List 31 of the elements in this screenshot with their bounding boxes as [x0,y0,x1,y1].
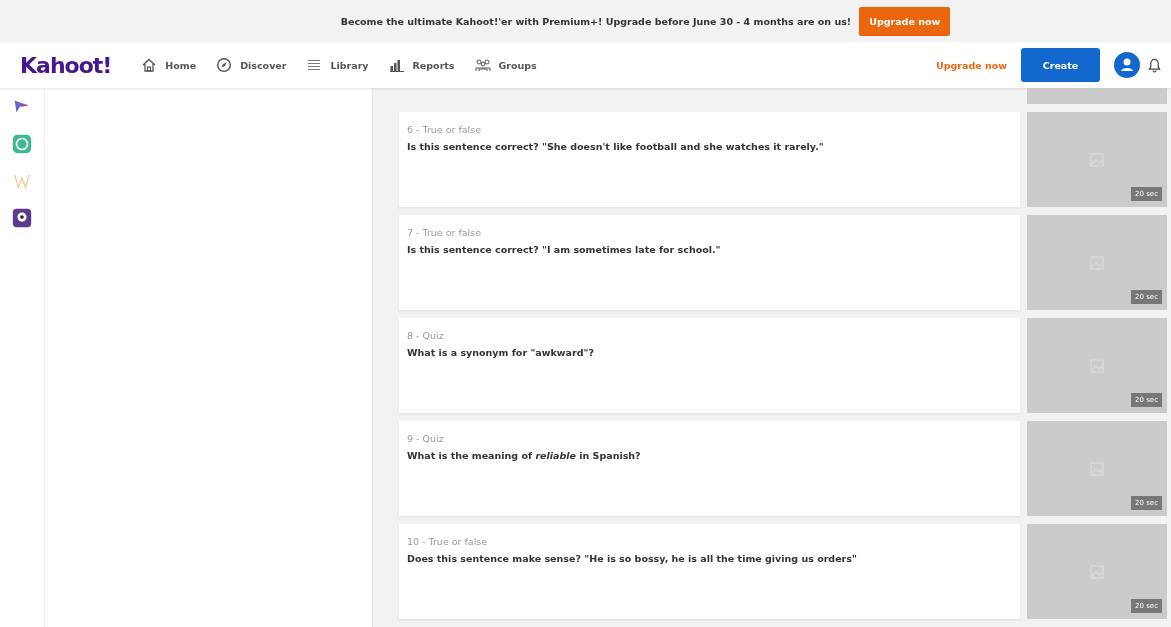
question-text: What is a synonym for "awkward"? [407,347,595,358]
nav-link[interactable]: Library [306,57,369,73]
question-text: Is this sentence correct? "She doesn't like football and she watches it rarely." [407,141,825,152]
question-text: Is this sentence correct? "I am sometimes late for school." [407,244,722,255]
nav-link[interactable]: Discover [216,57,287,73]
question-card[interactable]: 6 - True or false Is this sentence correct? "She doesn't like football and she watches it rarely." [399,112,1020,207]
question-type: 6 - True or false [407,124,483,135]
promo-text: Become the ultimate Kahoot!'er with Premium+! Upgrade before June 30 - 4 months are on us! [340,15,852,27]
question-card[interactable]: 7 - True or false Is this sentence correct? "I am sometimes late for school." [399,215,1020,310]
logo[interactable]: Kahoot! [20,52,112,78]
home-icon [141,57,158,73]
question-card[interactable]: 10 - True or false Does this sentence make sense? "He is so bossy, he is all the time giving us orders" [399,524,1020,619]
avatar-icon[interactable] [1114,52,1140,78]
nav-link[interactable]: Home [141,57,197,73]
list-icon [306,57,323,73]
nav-link[interactable]: Reports [388,57,455,73]
question-card[interactable]: 9 - Quiz What is the meaning of reliable in Spanish? [399,421,1020,516]
question-type: 9 - Quiz [407,433,445,444]
question-type: 7 - True or false [407,227,483,238]
question-card[interactable]: 8 - Quiz What is a synonym for "awkward"? [399,318,1020,413]
people-icon [474,57,491,73]
bar-chart-icon [388,57,405,73]
bell-icon[interactable] [1148,57,1161,73]
question-text: Does this sentence make sense? "He is so bossy, he is all the time giving us orders" [407,553,858,564]
question-type: 8 - Quiz [407,330,445,341]
nav-link[interactable]: Groups [474,57,537,73]
question-text: What is the meaning of reliable in Spanish? [407,450,642,461]
question-type: 10 - True or false [407,536,489,547]
create-button[interactable]: Create [1021,48,1100,82]
compass-icon [216,57,233,73]
camera-icon[interactable] [11,207,33,229]
